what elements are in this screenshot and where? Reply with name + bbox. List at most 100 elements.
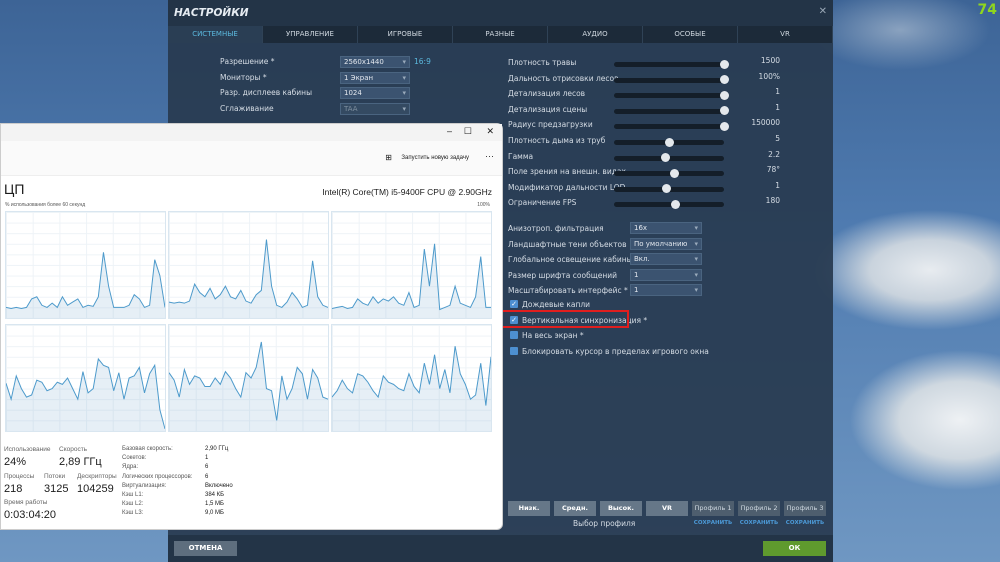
preset-button[interactable]: Средн. <box>554 501 596 516</box>
slider-value: 1 <box>775 102 780 112</box>
graph-caption: % использования более 60 секунд <box>5 202 86 208</box>
slider-handle[interactable] <box>719 75 729 85</box>
slider-track[interactable] <box>614 59 729 69</box>
slider-track[interactable] <box>614 199 724 209</box>
slider-value: 5 <box>775 134 780 143</box>
setting-label: Мониторы * <box>220 72 267 82</box>
slider-track[interactable] <box>614 106 729 116</box>
close-icon[interactable]: ✕ <box>486 126 494 137</box>
handles-value: 104259 <box>77 483 114 495</box>
slider-label: Плотность дыма из труб <box>508 136 606 145</box>
detail-value: 1,5 МБ <box>205 501 224 508</box>
setting-label: Масштабировать интерфейс * <box>508 286 628 296</box>
close-icon[interactable]: ✕ <box>819 6 827 17</box>
slider-value: 1 <box>775 180 780 190</box>
detail-value: 6 <box>205 464 209 471</box>
usage-value: 24% <box>4 456 27 468</box>
threads-value: 3125 <box>44 483 69 495</box>
setting-label: Ландшафтные тени объектов <box>508 239 627 249</box>
setting-dropdown[interactable]: По умолчанию <box>630 237 702 250</box>
core-graph <box>5 324 166 432</box>
usage-area <box>332 243 491 318</box>
tab-5[interactable]: ОСОБЫЕ <box>643 26 738 43</box>
setting-label: Размер шрифта сообщений <box>508 270 618 280</box>
aspect-ratio: 16:9 <box>414 57 431 66</box>
save-profile-link[interactable]: СОХРАНИТЬ <box>738 520 780 526</box>
slider-handle[interactable] <box>662 184 672 194</box>
save-profile-link[interactable]: СОХРАНИТЬ <box>692 520 734 526</box>
tab-1[interactable]: УПРАВЛЕНИЕ <box>263 26 358 43</box>
profile-button[interactable]: Профиль 1 <box>692 501 734 516</box>
slider-handle[interactable] <box>670 168 679 178</box>
slider-handle[interactable] <box>661 153 671 163</box>
slider-handle[interactable] <box>719 106 729 116</box>
setting-dropdown[interactable]: 1 <box>630 268 702 281</box>
dialog-title: НАСТРОЙКИ <box>174 7 249 19</box>
toolbar: ⊞ Запустить новую задачу ··· <box>1 141 502 176</box>
slider-label: Детализация сцены <box>508 104 588 114</box>
slider-value: 180 <box>765 196 780 206</box>
tab-6[interactable]: VR <box>738 26 833 43</box>
slider-handle[interactable] <box>664 137 674 147</box>
detail-value: 1 <box>205 455 209 462</box>
run-task-button[interactable]: Запустить новую задачу <box>401 155 469 161</box>
preset-button[interactable]: Высок. <box>600 501 642 516</box>
checkbox[interactable] <box>510 331 518 340</box>
setting-dropdown[interactable]: 16x <box>630 222 702 234</box>
detail-label: Виртуализация: <box>122 482 167 489</box>
core-graph <box>5 211 166 319</box>
more-icon[interactable]: ··· <box>485 151 494 161</box>
setting-dropdown[interactable]: 1024 <box>340 87 410 99</box>
slider-label: Поле зрения на внешн. видах <box>508 167 626 177</box>
ok-button[interactable]: ОК <box>763 541 826 556</box>
title-bar: – ☐ ✕ <box>1 124 502 141</box>
slider-label: Дальность отрисовки лесов <box>508 73 619 83</box>
tab-4[interactable]: АУДИО <box>548 26 643 43</box>
slider-track[interactable] <box>614 184 724 194</box>
profile-button[interactable]: Профиль 2 <box>738 501 780 516</box>
slider-track[interactable] <box>614 168 724 178</box>
preset-button[interactable]: VR <box>646 501 688 516</box>
slider-handle[interactable] <box>671 199 681 209</box>
setting-dropdown[interactable]: 1 <box>630 284 702 297</box>
tab-2[interactable]: ИГРОВЫЕ <box>358 26 453 43</box>
highlight-box <box>501 309 629 328</box>
uptime-value: 0:03:04:20 <box>4 509 56 521</box>
usage-area <box>6 252 165 318</box>
setting-dropdown[interactable]: 2560x1440 <box>340 56 410 68</box>
slider-track[interactable] <box>614 121 729 131</box>
checkbox[interactable]: ✓ <box>510 300 518 308</box>
task-manager-window: – ☐ ✕ ⊞ Запустить новую задачу ··· ЦП In… <box>0 123 503 530</box>
cancel-button[interactable]: ОТМЕНА <box>174 541 237 556</box>
slider-handle[interactable] <box>719 90 729 100</box>
slider-track[interactable] <box>614 153 724 163</box>
slider-track[interactable] <box>614 75 729 85</box>
slider-handle[interactable] <box>719 59 729 69</box>
core-graph <box>168 211 329 319</box>
core-graph <box>331 211 492 319</box>
slider-handle[interactable] <box>719 121 729 131</box>
page-title: ЦП <box>4 181 25 197</box>
slider-track[interactable] <box>614 90 729 100</box>
profile-button[interactable]: Профиль 3 <box>784 501 826 516</box>
checkbox[interactable] <box>510 346 518 355</box>
slider-label: Радиус предзагрузки <box>508 120 593 130</box>
checkbox-label: Дождевые капли <box>522 300 591 309</box>
minimize-icon[interactable]: – <box>447 126 452 136</box>
setting-dropdown[interactable]: 1 Экран <box>340 71 410 84</box>
setting-dropdown[interactable]: Вкл. <box>630 253 702 266</box>
usage-area <box>6 358 165 431</box>
detail-value: 6 <box>205 473 209 480</box>
slider-label: Модификатор дальности LOD <box>508 182 626 192</box>
tab-0[interactable]: СИСТЕМНЫЕ <box>168 26 263 43</box>
save-profile-link[interactable]: СОХРАНИТЬ <box>784 520 826 526</box>
cpu-name: Intel(R) Core(TM) i5-9400F CPU @ 2.90GHz <box>322 187 492 197</box>
slider-label: Гамма <box>508 151 534 161</box>
maximize-icon[interactable]: ☐ <box>464 126 472 137</box>
tab-3[interactable]: РАЗНЫЕ <box>453 26 548 43</box>
preset-button[interactable]: Низк. <box>508 501 550 516</box>
setting-label: Анизотроп. фильтрация <box>508 224 604 233</box>
dialog-footer: ОТМЕНА ОК <box>168 535 833 562</box>
slider-track[interactable] <box>614 137 724 147</box>
core-graph-svg <box>168 341 329 431</box>
